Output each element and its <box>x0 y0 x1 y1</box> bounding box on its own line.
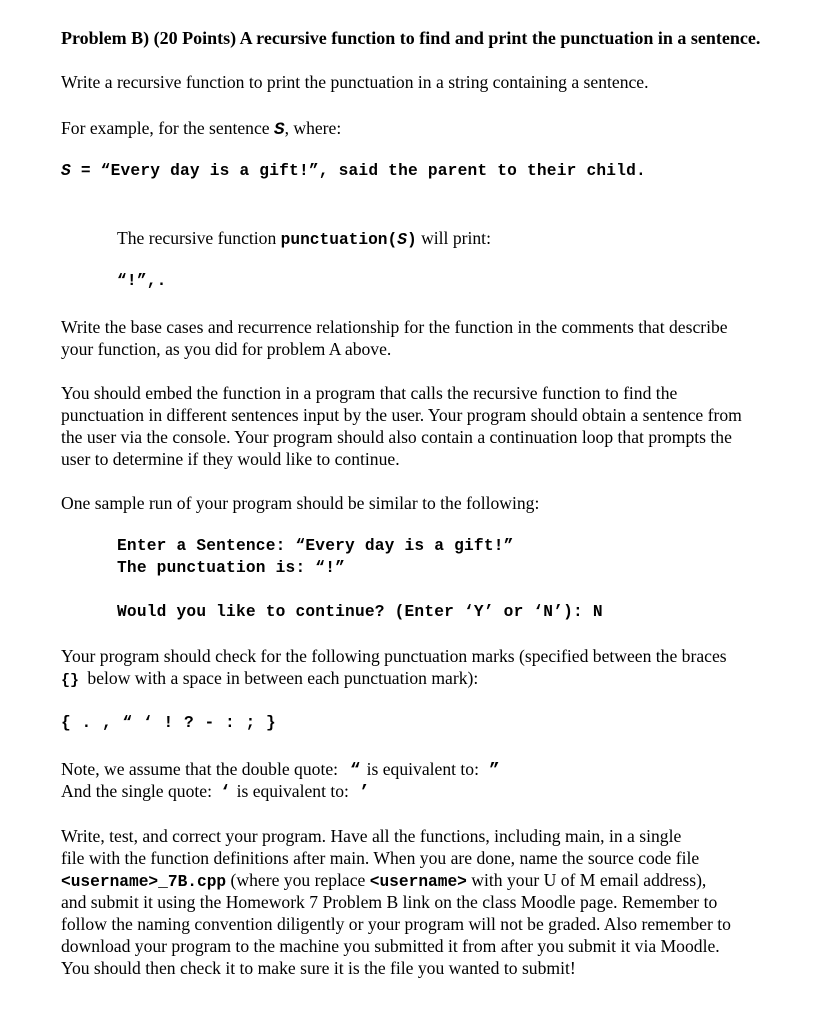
function-name: punctuation(S) <box>281 231 417 249</box>
sample-run-lead: One sample run of your program should be… <box>61 493 540 513</box>
note-single-equivalent: is equivalent to: <box>236 781 349 801</box>
punct-single-quote: ‘ <box>143 714 153 732</box>
username-code: <username> <box>369 873 467 891</box>
punct-exclamation: ! <box>163 714 174 732</box>
function-description: The recursive function punctuation(S) wi… <box>117 227 491 251</box>
punct-double-quote: “ <box>122 714 133 732</box>
note-double-text: Note, we assume that the double quote: <box>61 759 339 779</box>
final-line-3-text-2: with your U of M email address), <box>466 870 707 890</box>
console-line-result: The punctuation is: “!” <box>117 559 346 577</box>
final-line-6: download your program to the machine you… <box>61 936 720 956</box>
intro-paragraph: Write a recursive function to print the … <box>61 72 649 92</box>
punct-question: ? <box>184 714 194 732</box>
final-line-7: You should then check it to make sure it… <box>61 958 576 978</box>
document-page: Problem B) (20 Points) A recursive funct… <box>0 0 834 1024</box>
embed-line-3: the user via the console. Your program s… <box>61 427 732 447</box>
function-lead-text: The recursive function <box>117 228 281 248</box>
function-lead-tail: will print: <box>416 228 491 248</box>
function-output: “!”,. <box>117 272 167 290</box>
function-close-paren: ) <box>406 231 417 249</box>
base-cases-line-2: your function, as you did for problem A … <box>61 339 392 359</box>
punct-comma: , <box>102 714 112 732</box>
final-line-5: follow the naming convention diligently … <box>61 914 731 934</box>
example-variable: S <box>274 120 285 140</box>
punct-period: . <box>81 714 92 732</box>
punct-close-brace: } <box>266 714 276 732</box>
example-lead-text: For example, for the sentence <box>61 118 274 138</box>
base-cases-line-1: Write the base cases and recurrence rela… <box>61 317 728 337</box>
sentence-value: = “Every day is a gift!”, said the paren… <box>70 162 646 180</box>
note-double-equivalent: is equivalent to: <box>366 759 479 779</box>
final-line-2: file with the function definitions after… <box>61 848 700 868</box>
sentence-variable: S <box>61 162 71 180</box>
final-line-4: and submit it using the Homework 7 Probl… <box>61 892 718 912</box>
punct-semicolon: ; <box>245 714 256 732</box>
punct-colon: : <box>225 714 235 732</box>
note-single-text: And the single quote: <box>61 781 212 801</box>
example-sentence: S = “Every day is a gift!”, said the par… <box>61 160 646 182</box>
double-quote-close-symbol: ” <box>489 761 500 781</box>
check-marks-line-1: Your program should check for the follow… <box>61 646 727 666</box>
embed-line-4: user to determine if they would like to … <box>61 449 400 469</box>
embed-line-2: punctuation in different sentences input… <box>61 405 742 425</box>
double-quote-open-symbol: “ <box>350 761 361 781</box>
example-lead: For example, for the sentence S, where: <box>61 117 341 141</box>
console-line-continue: Would you like to continue? (Enter ‘Y’ o… <box>117 603 603 621</box>
single-quote-close-symbol: ’ <box>358 783 370 803</box>
note-double-quote: Note, we assume that the double quote: “i… <box>61 758 506 782</box>
console-line-prompt: Enter a Sentence: “Every day is a gift!” <box>117 537 514 555</box>
problem-title: Problem B) (20 Points) A recursive funct… <box>61 28 761 48</box>
note-single-quote: And the single quote: ‘is equivalent to: ’ <box>61 780 376 804</box>
braces-symbol: {} <box>61 672 80 689</box>
final-line-1: Write, test, and correct your program. H… <box>61 826 682 846</box>
check-marks-line-2: {} below with a space in between each pu… <box>61 667 478 692</box>
punct-open-brace: { <box>61 714 71 732</box>
check-marks-text: below with a space in between each punct… <box>83 668 479 688</box>
example-lead-tail: , where: <box>284 118 342 138</box>
filename-code: <username>_7B.cpp <box>61 873 227 891</box>
punct-dash: - <box>204 714 215 732</box>
final-line-3-text-1: (where you replace <box>226 870 370 890</box>
embed-line-1: You should embed the function in a progr… <box>61 383 678 403</box>
final-line-3: <username>_7B.cpp (where you replace <us… <box>61 869 706 893</box>
single-quote-open-symbol: ‘ <box>220 783 231 803</box>
function-name-text: punctuation( <box>280 231 398 249</box>
function-argument: S <box>397 231 407 249</box>
punctuation-set: {., “ ‘!? -:;} <box>61 712 287 734</box>
